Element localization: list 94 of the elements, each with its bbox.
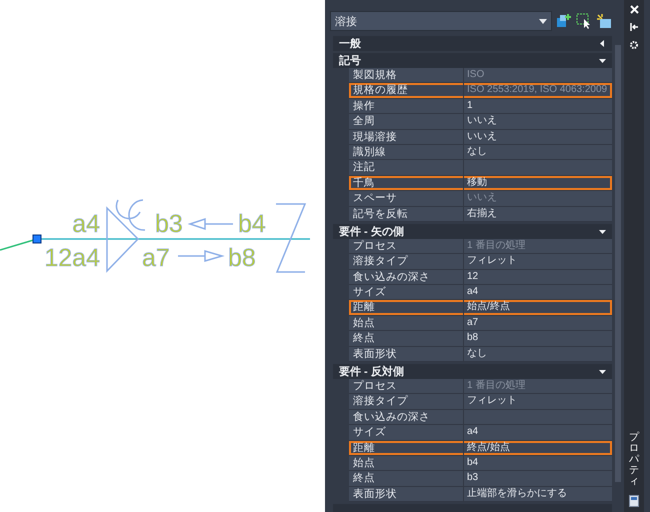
property-value[interactable]: 移動 [464, 176, 612, 190]
z-line-drawing [276, 203, 306, 273]
property-value[interactable]: a4 [464, 285, 612, 300]
property-row[interactable]: 食い込みの深さ [349, 410, 612, 426]
arrow-icon [177, 250, 223, 262]
property-label: サイズ [349, 425, 464, 440]
scrollbar-thumb[interactable] [615, 45, 621, 482]
dropdown-caret-icon[interactable] [539, 18, 547, 24]
auto-hide-icon[interactable] [629, 22, 639, 32]
property-label: スペーサ [349, 191, 464, 206]
property-label: プロセス [349, 238, 464, 254]
collapse-icon[interactable] [599, 368, 606, 376]
property-row[interactable]: 終点 b8 [349, 331, 612, 347]
property-label: 始点 [349, 456, 464, 470]
weld-label: 12a4 [44, 244, 100, 272]
property-label: 溶接タイプ [349, 254, 464, 269]
palette-title: プロパティ [629, 432, 639, 487]
object-type-dropdown[interactable]: 溶接 [330, 11, 552, 31]
property-label: 注記 [349, 160, 464, 175]
property-label: 操作 [349, 98, 464, 114]
property-value[interactable]: なし [464, 144, 612, 160]
property-label: サイズ [349, 285, 464, 300]
property-value[interactable]: いいえ [464, 130, 612, 144]
property-label: 識別線 [349, 144, 464, 160]
property-row[interactable]: 現場溶接 いいえ [349, 130, 612, 145]
weld-label: b8 [228, 244, 256, 272]
collapse-icon[interactable] [599, 57, 606, 64]
section-header[interactable]: 要件 - 矢の側 [333, 224, 612, 239]
property-row[interactable]: 表面形状 止端部を滑らかにする [349, 486, 612, 502]
property-row[interactable]: サイズ a4 [349, 285, 612, 300]
property-row[interactable]: 距離 終点/始点 [349, 440, 612, 456]
property-label: プロセス [349, 379, 464, 394]
close-icon[interactable] [630, 5, 638, 14]
property-label: 終点 [349, 471, 464, 486]
property-value[interactable]: フィレット [464, 394, 612, 409]
property-label: 記号を反転 [349, 206, 464, 221]
weld-label: a4 [72, 210, 100, 238]
property-label: 全周 [349, 114, 464, 129]
collapse-icon[interactable] [599, 228, 606, 235]
property-label: 溶接タイプ [349, 394, 464, 409]
property-row[interactable]: 表面形状 なし [349, 346, 612, 362]
weld-label: a7 [142, 244, 170, 272]
property-value[interactable]: 止端部を滑らかにする [464, 486, 612, 502]
property-row[interactable]: 食い込みの深さ 12 [349, 270, 612, 286]
property-value[interactable]: b4 [464, 456, 612, 470]
property-row[interactable]: 始点 b4 [349, 456, 612, 472]
quick-select-icon[interactable] [596, 13, 612, 29]
select-objects-icon[interactable] [576, 13, 592, 29]
property-value[interactable]: b8 [464, 331, 612, 346]
arrow-icon [189, 218, 234, 230]
property-value[interactable]: なし [464, 346, 612, 362]
property-label: 千鳥 [349, 176, 464, 190]
add-objects-icon[interactable] [556, 13, 572, 29]
property-row[interactable]: 操作 1 [349, 98, 612, 114]
property-label: 製図規格 [349, 68, 464, 82]
property-row[interactable]: 距離 始点/終点 [349, 300, 612, 316]
property-row[interactable]: 識別線 なし [349, 144, 612, 160]
property-row[interactable]: 始点 a7 [349, 316, 612, 332]
property-value[interactable]: a4 [464, 425, 612, 440]
property-value[interactable]: 12 [464, 270, 612, 284]
property-label: 表面形状 [349, 486, 464, 502]
property-value[interactable]: フィレット [464, 254, 612, 269]
property-value[interactable]: 終点/始点 [464, 440, 612, 455]
property-row[interactable]: 溶接タイプ フィレット [349, 254, 612, 270]
section-header[interactable]: 記号 [333, 53, 612, 68]
weld-label: b3 [155, 210, 183, 238]
property-label: 距離 [349, 440, 464, 455]
section-header[interactable]: 要件 - 反対側 [333, 364, 612, 380]
property-label: 食い込みの深さ [349, 410, 464, 424]
property-row[interactable]: 千鳥 移動 [349, 176, 612, 192]
property-value[interactable]: 1 [464, 98, 612, 114]
property-label: 規格の履歴 [349, 83, 464, 98]
property-label: 終点 [349, 331, 464, 346]
property-row[interactable]: 全周 いいえ [349, 114, 612, 130]
property-value[interactable]: いいえ [464, 114, 612, 129]
section-header[interactable]: 一般 [333, 36, 612, 51]
property-label: 距離 [349, 300, 464, 315]
property-label: 現場溶接 [349, 130, 464, 144]
property-row[interactable]: 溶接タイプ フィレット [349, 394, 612, 410]
expand-icon[interactable] [599, 40, 606, 47]
weld-label: b4 [238, 210, 266, 238]
grip-handle[interactable] [32, 234, 42, 244]
property-label: 表面形状 [349, 346, 464, 362]
property-label: 始点 [349, 316, 464, 330]
property-row[interactable]: 注記 [349, 160, 612, 176]
property-value[interactable]: b3 [464, 471, 612, 486]
property-value[interactable]: 始点/終点 [464, 300, 612, 315]
property-row[interactable]: サイズ a4 [349, 425, 612, 441]
property-label: 食い込みの深さ [349, 270, 464, 284]
property-value[interactable]: 右揃え [464, 206, 612, 221]
property-value[interactable]: a7 [464, 316, 612, 330]
property-row[interactable]: 終点 b3 [349, 471, 612, 487]
palette-icon [629, 495, 639, 507]
property-row[interactable]: 記号を反転 右揃え [349, 206, 612, 222]
